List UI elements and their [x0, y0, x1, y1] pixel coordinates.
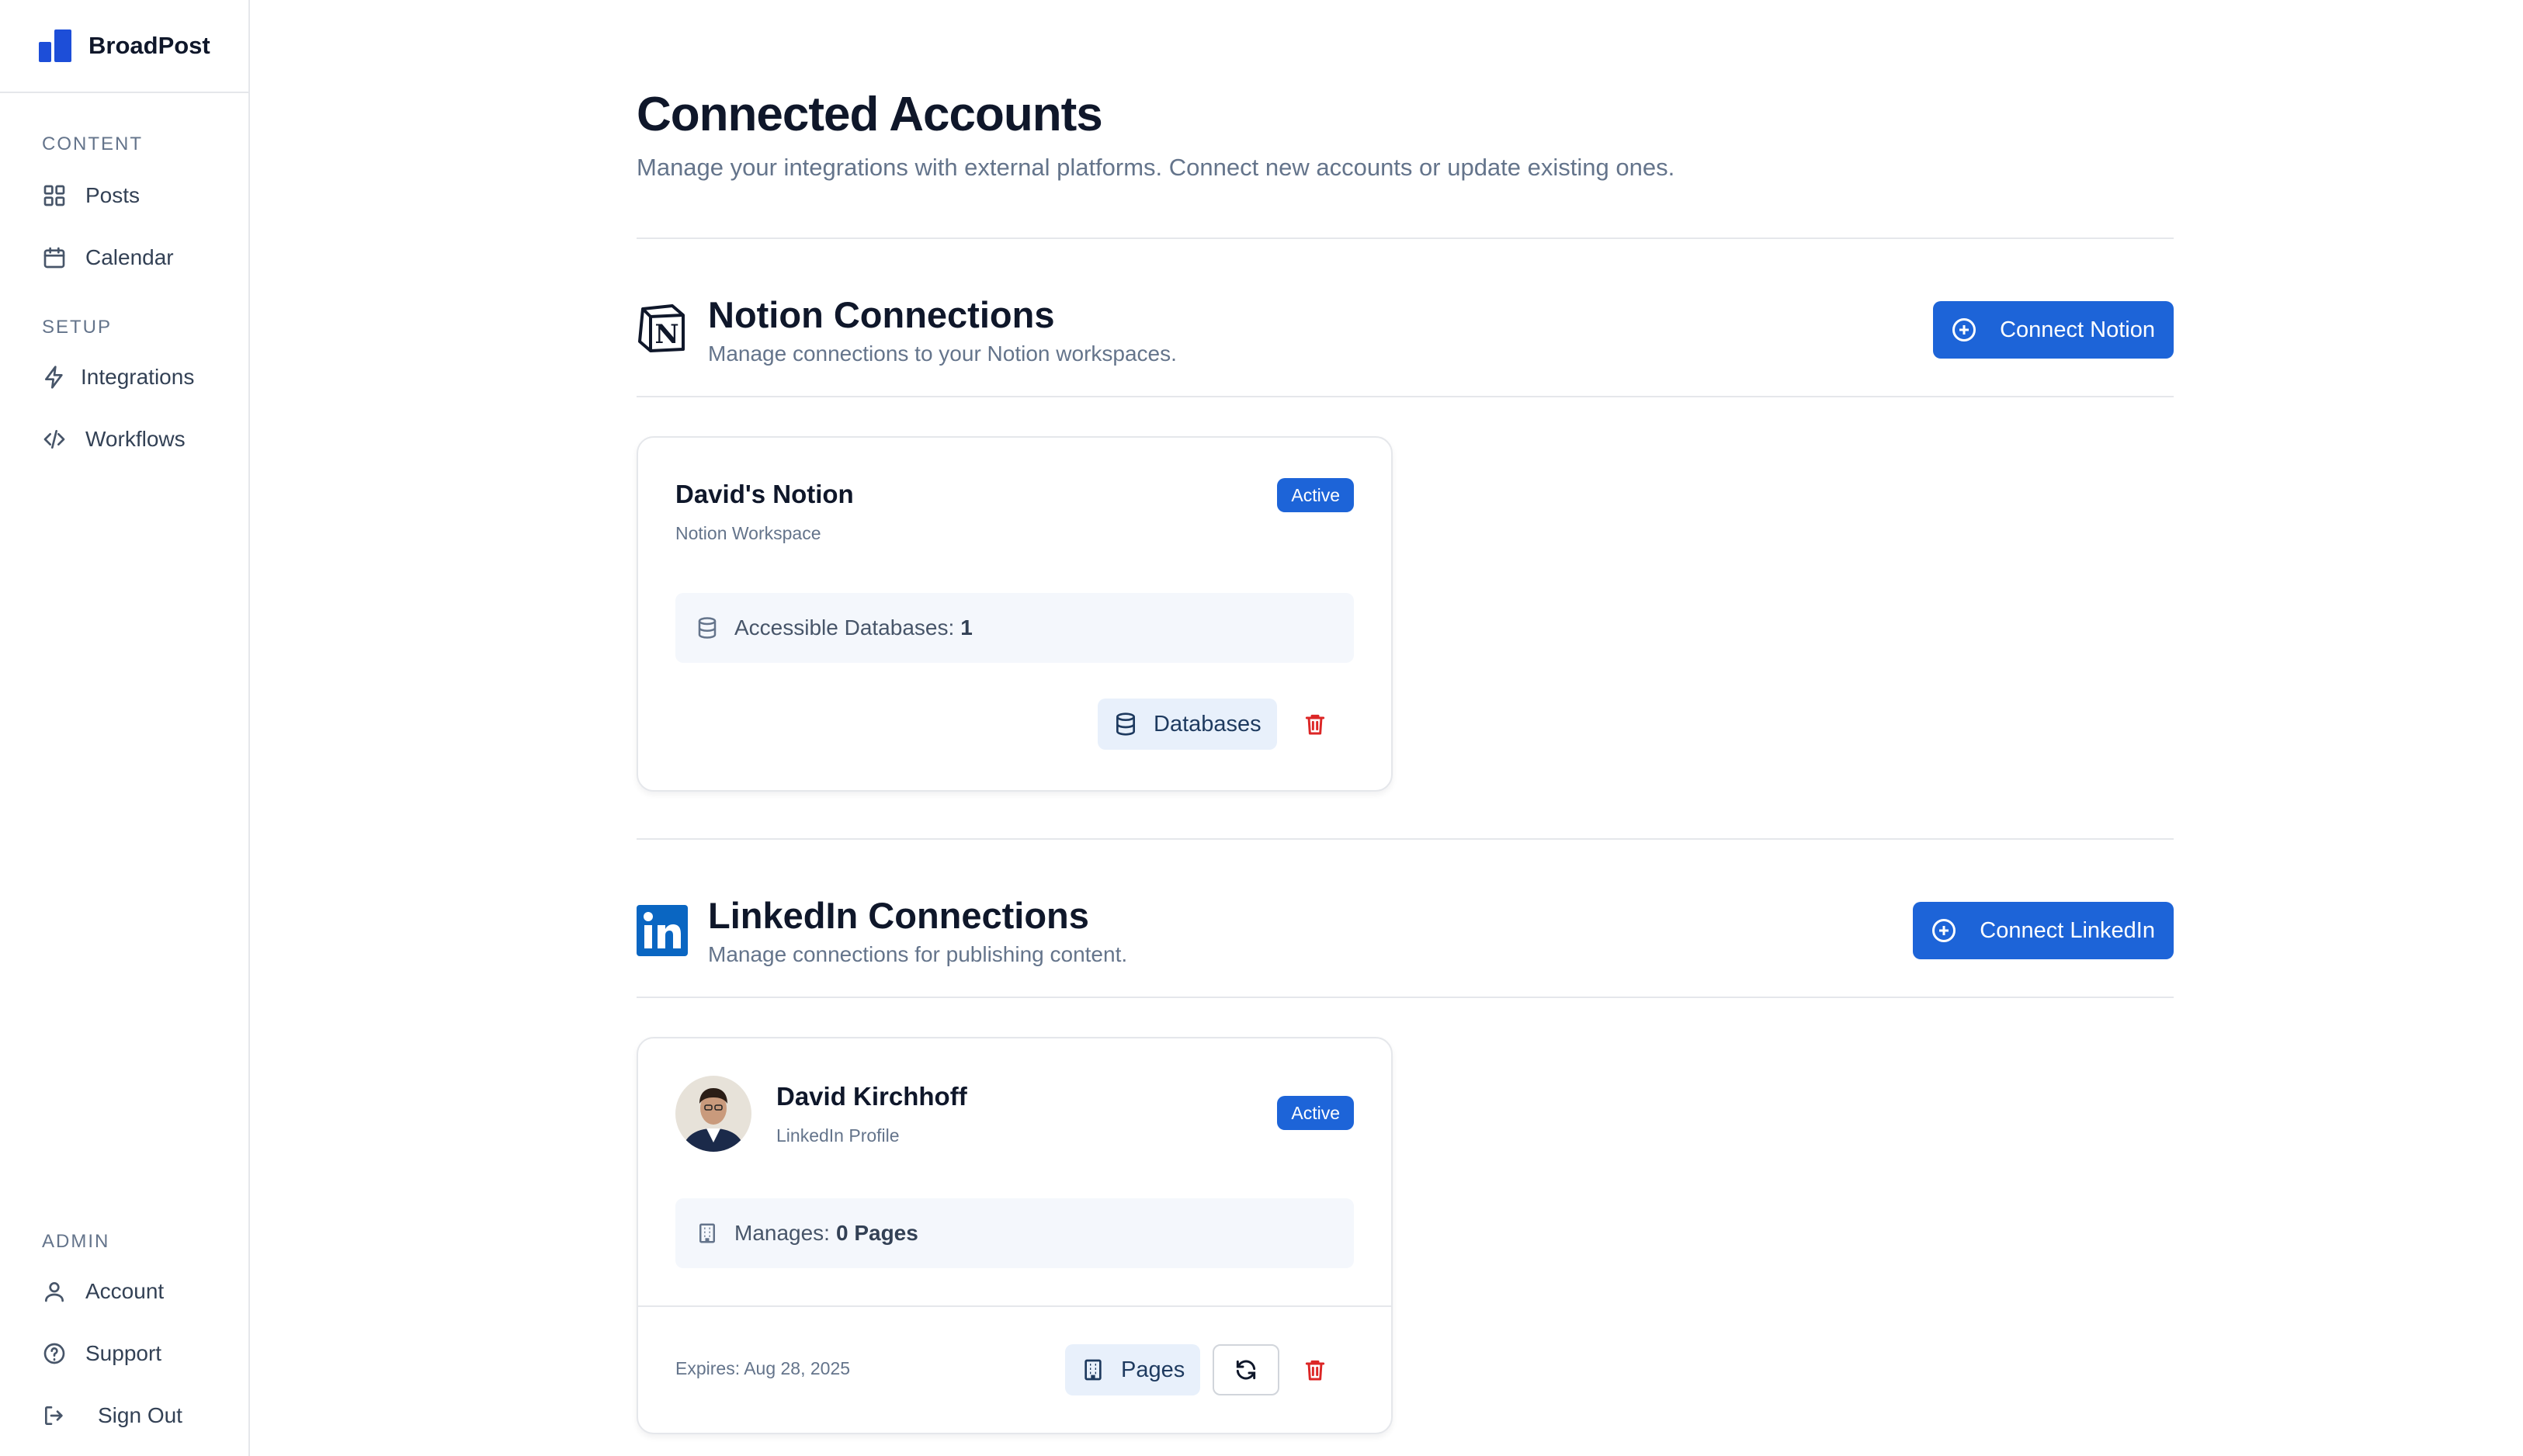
- linkedin-section-subtitle: Manage connections for publishing conten…: [708, 942, 1128, 966]
- card-divider: [638, 1305, 1391, 1307]
- svg-text:N: N: [654, 319, 678, 350]
- connect-notion-label: Connect Notion: [2000, 317, 2155, 342]
- databases-info-label: Accessible Databases:: [734, 615, 955, 640]
- divider: [637, 396, 2174, 397]
- connection-type: LinkedIn Profile: [776, 1125, 900, 1146]
- sidebar: BroadPost CONTENT Posts Calendar SETUP I…: [0, 0, 250, 1456]
- refresh-button[interactable]: [1213, 1344, 1279, 1395]
- connection-name: David's Notion: [675, 480, 854, 508]
- sidebar-item-integrations[interactable]: Integrations: [42, 365, 194, 390]
- connect-linkedin-button[interactable]: Connect LinkedIn: [1913, 902, 2174, 959]
- sidebar-item-label: Sign Out: [98, 1403, 182, 1427]
- sidebar-item-calendar[interactable]: Calendar: [42, 245, 174, 270]
- sidebar-item-sign-out[interactable]: Sign Out: [42, 1403, 182, 1428]
- sidebar-item-posts[interactable]: Posts: [42, 183, 140, 208]
- building-icon: [1085, 1359, 1102, 1381]
- delete-notion-button[interactable]: [1298, 707, 1332, 741]
- page-title: Connected Accounts: [637, 88, 1103, 141]
- plus-circle-icon: [1932, 919, 1956, 942]
- trash-icon: [1305, 714, 1325, 735]
- plus-circle-icon: [1952, 318, 1976, 341]
- code-icon: [43, 430, 65, 449]
- help-icon: [43, 1343, 65, 1364]
- sidebar-item-account[interactable]: Account: [42, 1279, 164, 1304]
- connection-name: David Kirchhoff: [776, 1082, 967, 1111]
- notion-section-subtitle: Manage connections to your Notion worksp…: [708, 341, 1177, 366]
- notion-logo-icon: N: [638, 304, 685, 352]
- databases-button[interactable]: Databases: [1098, 699, 1277, 750]
- sidebar-item-label: Integrations: [81, 365, 195, 389]
- delete-linkedin-button[interactable]: [1298, 1353, 1332, 1387]
- avatar: [675, 1076, 751, 1152]
- sidebar-item-label: Account: [85, 1279, 165, 1303]
- logout-icon: [45, 1406, 63, 1425]
- sidebar-item-workflows[interactable]: Workflows: [42, 427, 186, 452]
- notion-section-title: Notion Connections: [708, 294, 1055, 335]
- calendar-icon: [43, 247, 65, 269]
- sidebar-item-label: Support: [85, 1341, 162, 1365]
- status-badge: Active: [1277, 478, 1354, 512]
- nav-section-setup: SETUP: [42, 317, 113, 338]
- nav-section-admin: ADMIN: [42, 1231, 110, 1252]
- pages-info-label: Manages:: [734, 1221, 830, 1245]
- databases-button-label: Databases: [1154, 711, 1262, 737]
- connection-type: Notion Workspace: [675, 523, 821, 543]
- database-icon: [698, 617, 717, 639]
- trash-icon: [1305, 1360, 1325, 1381]
- linkedin-logo-icon: [637, 905, 688, 956]
- linkedin-connection-card: David Kirchhoff LinkedIn Profile Active …: [637, 1037, 1393, 1434]
- nav-section-content: CONTENT: [42, 133, 143, 154]
- sidebar-item-label: Workflows: [85, 427, 186, 451]
- pages-info: Manages: 0 Pages: [675, 1198, 1354, 1268]
- brand[interactable]: BroadPost: [0, 0, 248, 93]
- pages-count: 0 Pages: [835, 1221, 918, 1245]
- pages-button[interactable]: Pages: [1065, 1344, 1201, 1395]
- divider: [637, 838, 2174, 840]
- expiry-date: Expires: Aug 28, 2025: [675, 1358, 851, 1378]
- building-icon: [699, 1223, 715, 1243]
- grid-icon: [43, 185, 65, 206]
- sidebar-item-label: Posts: [85, 183, 141, 207]
- connect-linkedin-label: Connect LinkedIn: [1980, 917, 2155, 943]
- user-icon: [45, 1282, 64, 1302]
- status-badge: Active: [1277, 1096, 1354, 1130]
- pages-button-label: Pages: [1121, 1357, 1185, 1382]
- page-subtitle: Manage your integrations with external p…: [637, 154, 1675, 181]
- databases-count: 1: [960, 615, 973, 640]
- sidebar-item-label: Calendar: [85, 245, 174, 269]
- databases-info: Accessible Databases: 1: [675, 593, 1354, 663]
- linkedin-section-title: LinkedIn Connections: [708, 895, 1089, 936]
- connect-notion-button[interactable]: Connect Notion: [1933, 301, 2174, 359]
- notion-connection-card: David's Notion Notion Workspace Active A…: [637, 436, 1393, 792]
- database-icon: [1116, 712, 1135, 736]
- sidebar-item-support[interactable]: Support: [42, 1341, 161, 1366]
- bolt-icon: [45, 366, 63, 389]
- refresh-icon: [1236, 1360, 1256, 1380]
- divider: [637, 237, 2174, 239]
- brand-name: BroadPost: [88, 32, 210, 59]
- divider: [637, 997, 2174, 998]
- broadpost-logo-icon: [39, 29, 71, 62]
